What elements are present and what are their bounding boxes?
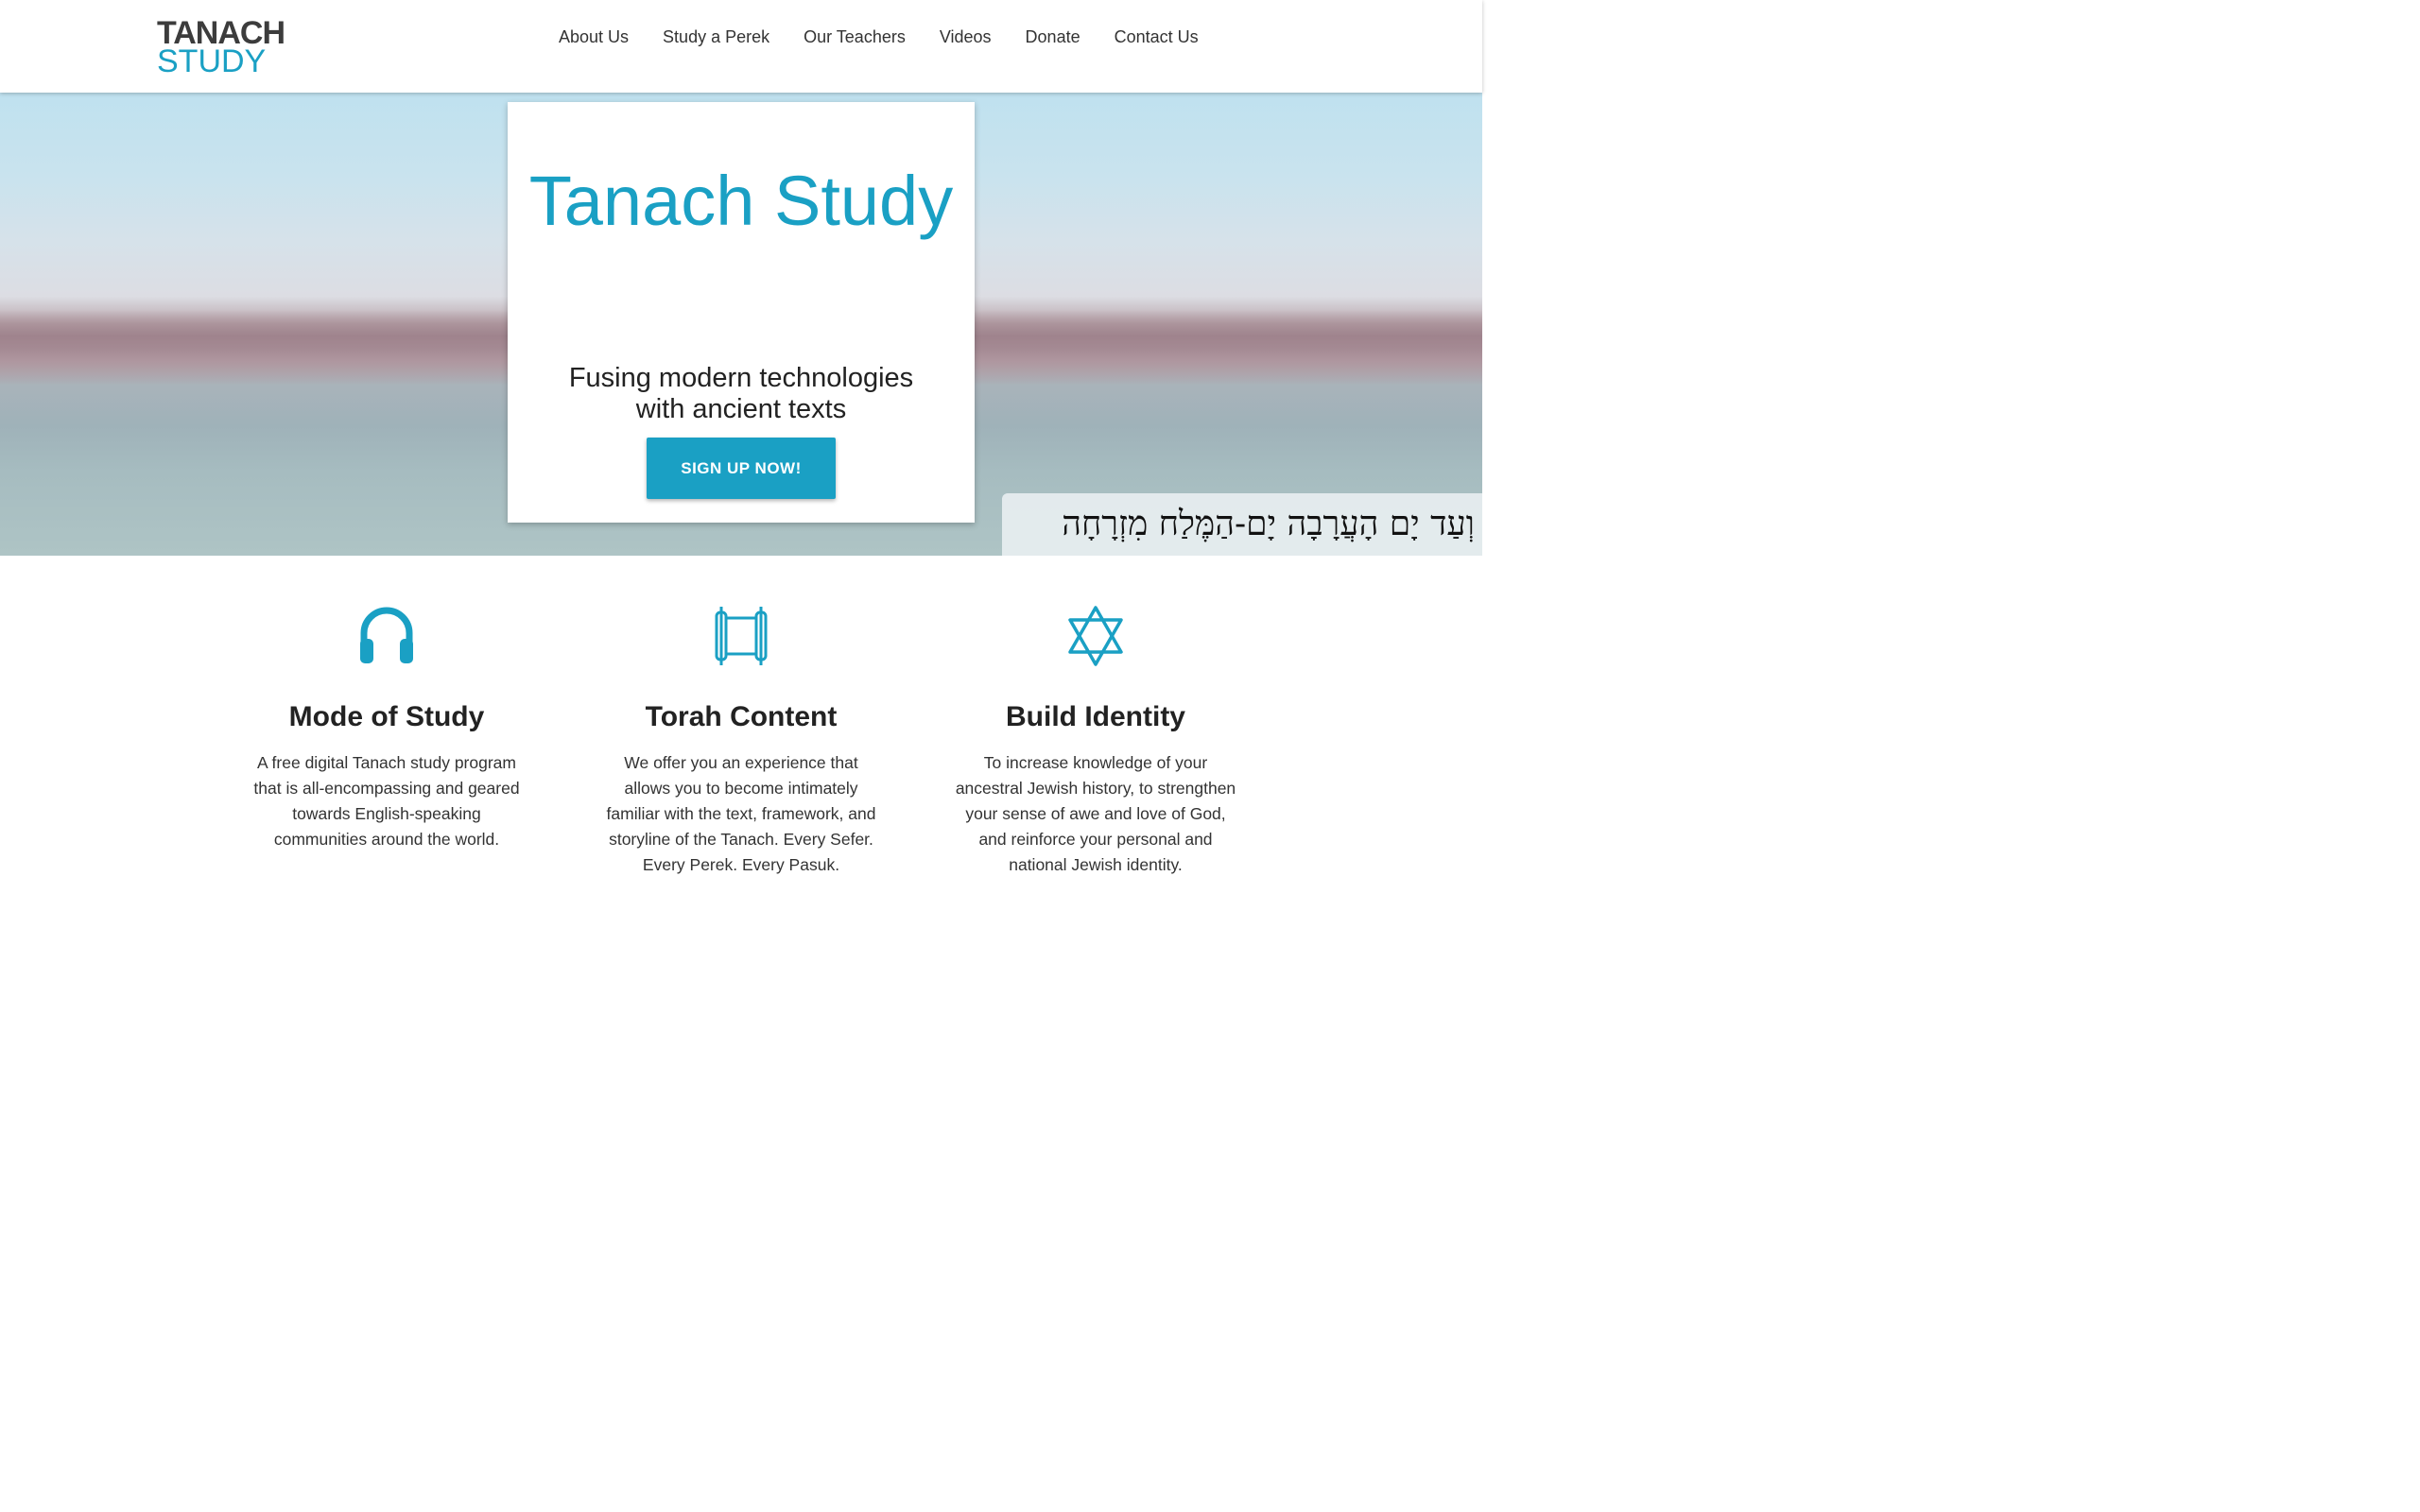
hebrew-verse-banner: וְעַד יָם הָעֲרָבָה יָם-הַמֶּלַח מִזְרָח…: [1002, 493, 1482, 556]
feature-text: To increase knowledge of your ancestral …: [955, 753, 1236, 874]
nav-about-us[interactable]: About Us: [542, 25, 646, 49]
feature-text: A free digital Tanach study program that…: [253, 753, 520, 849]
torah-scroll-icon: [715, 607, 768, 665]
feature-text: We offer you an experience that allows y…: [606, 753, 876, 874]
star-of-david-icon: [1068, 606, 1123, 666]
logo-text-bottom: STUDY: [157, 43, 267, 79]
feature-title: Build Identity: [1006, 701, 1185, 732]
nav-donate[interactable]: Donate: [1009, 25, 1098, 49]
hebrew-verse-text: וְעַד יָם הָעֲרָבָה יָם-הַמֶּלַח מִזְרָח…: [1062, 505, 1475, 543]
hero-title: Tanach Study: [528, 162, 954, 240]
nav-study-a-perek[interactable]: Study a Perek: [646, 25, 786, 49]
sign-up-button[interactable]: SIGN UP NOW!: [647, 438, 836, 499]
hero-card: Tanach Study Fusing modern technologies …: [508, 102, 975, 523]
feature-title: Torah Content: [645, 701, 838, 732]
features-section: Mode of Study A free digital Tanach stud…: [0, 556, 1482, 926]
nav-our-teachers[interactable]: Our Teachers: [786, 25, 923, 49]
hero-subtitle: Fusing modern technologies with ancient …: [568, 363, 914, 424]
feature-title: Mode of Study: [288, 701, 485, 732]
hero-section: Tanach Study Fusing modern technologies …: [0, 93, 1482, 556]
nav-videos[interactable]: Videos: [923, 25, 1009, 49]
nav-contact-us[interactable]: Contact Us: [1098, 25, 1216, 49]
site-logo[interactable]: TANACH STUDY: [157, 17, 295, 77]
headphones-icon: [360, 607, 413, 663]
main-nav: About Us Study a Perek Our Teachers Vide…: [542, 25, 1216, 49]
site-header: TANACH STUDY About Us Study a Perek Our …: [0, 0, 1482, 93]
